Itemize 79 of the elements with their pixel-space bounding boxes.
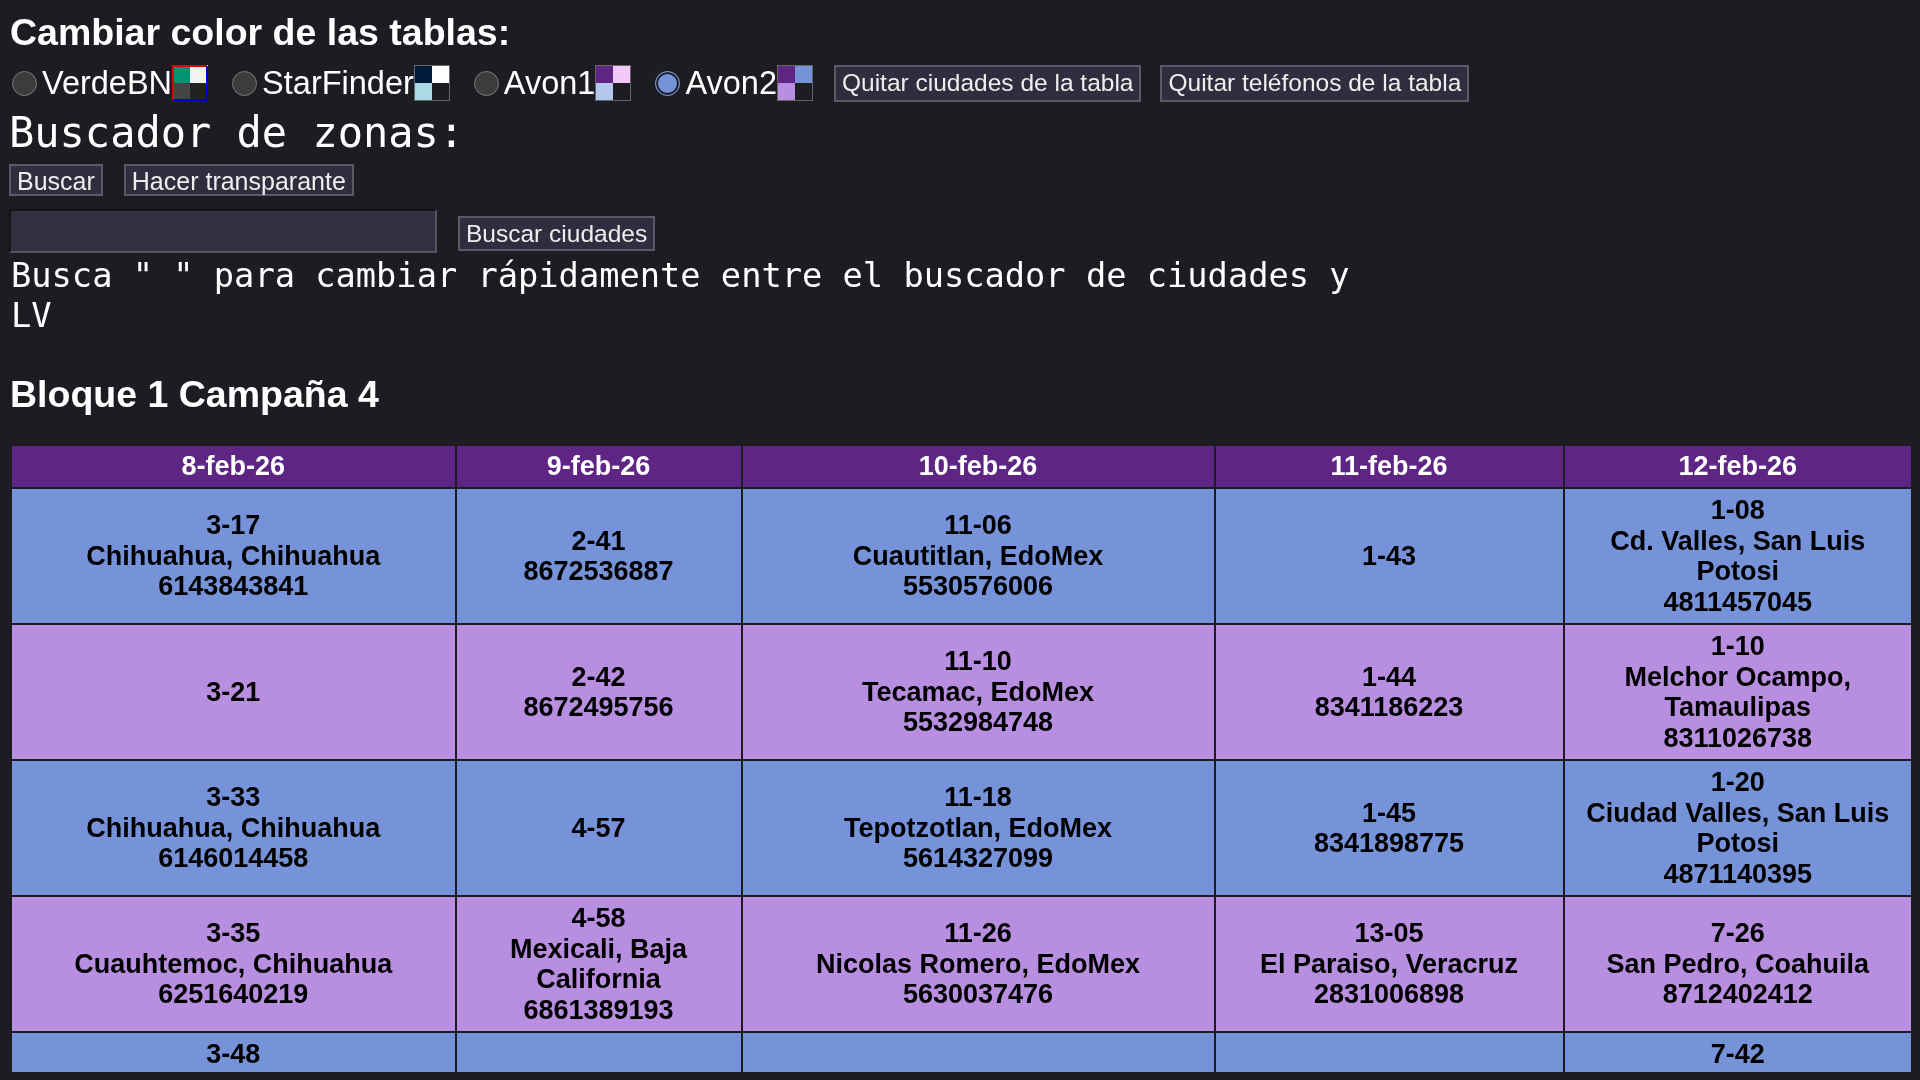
color-swatch-icon — [595, 65, 632, 101]
phone-number: 5614327099 — [901, 843, 1055, 874]
zone-code: 1-43 — [1360, 540, 1417, 572]
city-name: Cuautitlan, EdoMex — [851, 540, 1105, 572]
city-name: Cd. Valles, San Luis Potosi — [1609, 525, 1867, 587]
zone-code: 11-18 — [943, 782, 1013, 813]
city-name: Chihuahua, Chihuahua — [85, 812, 382, 844]
color-swatch-icon — [777, 65, 813, 101]
search-cities-button[interactable]: Buscar ciudades — [458, 216, 656, 251]
theme-label[interactable]: StarFinder — [262, 64, 414, 102]
radio-button[interactable] — [655, 70, 681, 96]
city-name: Tecamac, EdoMex — [860, 676, 1096, 708]
column-header: 12-feb-26 — [1563, 444, 1913, 488]
action-button[interactable]: Quitar ciudades de la tabla — [834, 64, 1142, 102]
city-name: El Paraiso, Veracruz — [1258, 948, 1520, 980]
theme-label[interactable]: Avon2 — [685, 64, 777, 102]
phone-number: 8672495756 — [522, 692, 675, 723]
column-header: 10-feb-26 — [741, 444, 1215, 488]
city-name: Mexicali, Baja California — [508, 933, 689, 995]
column-header: 8-feb-26 — [10, 444, 456, 488]
zone-code: 1-08 — [1709, 495, 1766, 526]
column-header: 9-feb-26 — [455, 444, 742, 488]
search-field[interactable] — [9, 209, 437, 253]
theme-label[interactable]: Avon1 — [503, 64, 596, 102]
phone-number: 6251640219 — [157, 979, 310, 1010]
zone-code: 3-17 — [205, 510, 262, 541]
zone-code: 3-33 — [205, 782, 262, 813]
city-name: Chihuahua, Chihuahua — [85, 540, 382, 572]
section-title: Cambiar color de las tablas: — [9, 11, 512, 53]
zone-code: 11-26 — [943, 918, 1013, 949]
city-name: Cuauhtemoc, Chihuahua — [73, 948, 394, 980]
phone-number: 8712402412 — [1661, 979, 1814, 1010]
zone-code: 4-58 — [570, 903, 627, 934]
city-name: Melchor Ocampo, Tamaulipas — [1623, 661, 1852, 723]
radio-button[interactable] — [473, 70, 499, 96]
phone-number: 5532984748 — [901, 707, 1055, 738]
zone-code: 1-44 — [1360, 661, 1417, 692]
zone-code: 3-48 — [205, 1039, 262, 1070]
zone-code: 1-10 — [1709, 631, 1766, 662]
zone-code: 7-26 — [1709, 918, 1766, 949]
phone-number: 5530576006 — [901, 571, 1055, 602]
zone-code: 11-10 — [943, 646, 1013, 677]
phone-number: 8672536887 — [522, 556, 675, 587]
radio-button[interactable] — [232, 70, 258, 96]
city-name: Nicolas Romero, EdoMex — [814, 948, 1142, 980]
color-swatch-icon — [172, 65, 209, 101]
phone-number: 8341186223 — [1313, 692, 1465, 723]
radio-button[interactable] — [12, 70, 37, 96]
zone-code: 1-45 — [1360, 797, 1417, 828]
hint-text: Busca " " para cambiar rápidamente entre el buscador de ciudades y LV — [11, 256, 1351, 336]
zone-code: 3-21 — [205, 676, 262, 708]
zone-code: 13-05 — [1353, 918, 1425, 949]
action-button[interactable]: Hacer transparante — [123, 164, 354, 196]
zone-code: 7-42 — [1709, 1039, 1766, 1070]
action-button[interactable]: Quitar teléfonos de la tabla — [1160, 64, 1470, 102]
zone-code: 2-42 — [570, 661, 627, 692]
city-name: San Pedro, Coahuila — [1605, 948, 1871, 980]
city-name: Ciudad Valles, San Luis Potosi — [1585, 797, 1891, 859]
section-heading: Buscador de zonas: — [9, 109, 466, 157]
phone-number: 8341898775 — [1312, 828, 1466, 859]
zone-code: 1-20 — [1709, 767, 1766, 798]
column-header: 11-feb-26 — [1214, 444, 1564, 488]
zone-code: 11-06 — [943, 510, 1013, 541]
zone-code: 2-41 — [570, 525, 627, 556]
phone-number: 8311026738 — [1662, 722, 1814, 753]
section-title: Bloque 1 Campaña 4 — [10, 373, 380, 415]
phone-number: 6146014458 — [157, 843, 310, 874]
phone-number: 5630037476 — [901, 979, 1055, 1010]
phone-number: 2831006898 — [1312, 979, 1466, 1010]
phone-number: 4811457045 — [1662, 586, 1814, 617]
phone-number: 4871140395 — [1662, 858, 1814, 889]
zone-code: 4-57 — [570, 812, 627, 844]
theme-label[interactable]: VerdeBN — [42, 64, 173, 102]
phone-number: 6143843841 — [157, 571, 310, 602]
color-swatch-icon — [413, 65, 450, 101]
city-name: Tepotzotlan, EdoMex — [843, 812, 1113, 844]
zone-code: 3-35 — [205, 918, 262, 949]
action-button[interactable]: Buscar — [9, 164, 103, 196]
phone-number: 6861389193 — [522, 994, 675, 1025]
